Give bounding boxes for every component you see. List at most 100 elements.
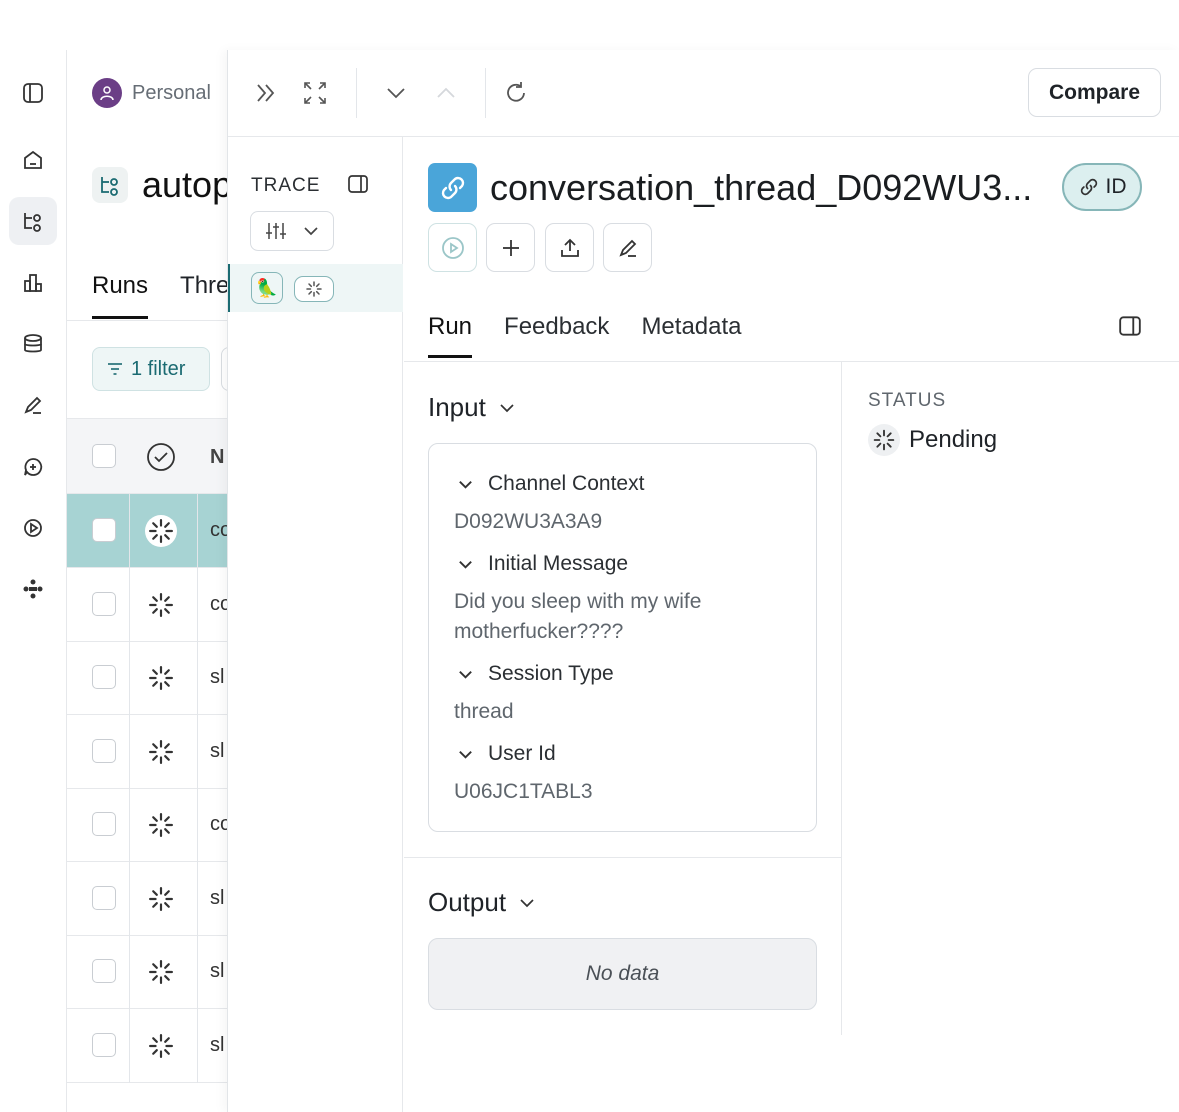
share-button[interactable]	[545, 223, 594, 272]
row-name: co	[210, 813, 227, 835]
field-value: D092WU3A3A9	[454, 510, 603, 533]
field-toggle-channel-context[interactable]: Channel Context	[457, 472, 644, 496]
run-title: conversation_thread_D092WU3...	[490, 167, 1033, 208]
column-divider	[197, 714, 198, 789]
row-name: sl	[210, 886, 225, 909]
column-divider	[197, 494, 198, 568]
field-toggle-initial-message[interactable]: Initial Message	[457, 552, 628, 576]
home-icon[interactable]	[9, 136, 57, 184]
prompts-icon[interactable]	[9, 443, 57, 491]
compare-button[interactable]: Compare	[1028, 68, 1161, 117]
run-detail-panel: Compare TRACE 🦜 conversation_thread_D092…	[227, 50, 1179, 1112]
pending-spinner-icon	[145, 809, 177, 841]
trace-filter-dropdown[interactable]	[250, 211, 334, 251]
column-divider	[129, 788, 130, 862]
details-sidebar-toggle-icon[interactable]	[1118, 314, 1142, 338]
pending-spinner-icon	[145, 1030, 177, 1062]
row-name: co	[210, 592, 227, 615]
column-divider	[129, 567, 130, 642]
column-divider	[197, 935, 198, 1009]
column-divider	[129, 861, 130, 936]
row-checkbox[interactable]	[92, 885, 116, 910]
column-divider	[197, 1008, 198, 1083]
tab-feedback[interactable]: Feedback	[504, 313, 609, 358]
column-divider	[129, 494, 130, 568]
row-name: sl	[210, 1033, 225, 1056]
row-name: co	[210, 519, 227, 541]
field-value: Did you sleep with my wife motherfucker?…	[454, 590, 702, 643]
tab-threads[interactable]: Thre	[180, 272, 227, 319]
filter-button[interactable]: 1 filter	[92, 347, 210, 391]
column-divider	[197, 788, 198, 862]
chevron-down-icon	[459, 560, 472, 569]
select-all-checkbox[interactable]	[92, 444, 116, 468]
table-row[interactable]: co	[67, 788, 227, 862]
field-label: Session Type	[488, 662, 614, 685]
table-row[interactable]: co	[67, 567, 227, 642]
output-empty-state: No data	[428, 938, 817, 1010]
status-value: Pending	[868, 424, 997, 456]
icon-rail	[0, 50, 67, 1112]
project-title: autop	[142, 164, 227, 205]
trace-label: TRACE	[251, 175, 321, 196]
column-header-name[interactable]: N	[210, 446, 224, 469]
pending-spinner-icon	[145, 736, 177, 768]
table-row[interactable]: co	[67, 494, 227, 568]
trace-node[interactable]: 🦜	[228, 264, 403, 312]
annotate-button[interactable]	[603, 223, 652, 272]
tab-metadata[interactable]: Metadata	[641, 313, 741, 358]
parrot-icon: 🦜	[251, 272, 283, 304]
collapse-panel-icon[interactable]	[248, 75, 284, 111]
table-row[interactable]: sl	[67, 1008, 227, 1083]
row-checkbox[interactable]	[92, 812, 116, 836]
field-value: thread	[454, 700, 514, 723]
output-section-toggle[interactable]: Output	[428, 887, 536, 918]
tab-runs[interactable]: Runs	[92, 272, 149, 319]
deployments-icon[interactable]	[9, 565, 57, 613]
fullscreen-icon[interactable]	[297, 75, 333, 111]
table-row[interactable]: sl	[67, 641, 227, 715]
io-pane: Input Channel Context D092WU3A3A9 Initia…	[404, 362, 842, 1035]
list-tabs: Runs Thre	[92, 272, 227, 319]
add-to-button[interactable]	[486, 223, 535, 272]
chevron-down-icon	[459, 670, 472, 679]
table-row[interactable]: sl	[67, 861, 227, 936]
copy-id-button[interactable]: ID	[1062, 163, 1142, 211]
field-toggle-user-id[interactable]: User Id	[457, 742, 556, 766]
dashboards-icon[interactable]	[9, 259, 57, 307]
previous-run-chevron-up-icon[interactable]	[428, 75, 464, 111]
breadcrumb[interactable]: Personal	[92, 78, 211, 108]
input-section-toggle[interactable]: Input	[428, 392, 516, 423]
trace-tree: TRACE 🦜	[228, 137, 403, 1112]
field-toggle-session-type[interactable]: Session Type	[457, 662, 614, 686]
filter-label: 1 filter	[131, 357, 186, 380]
table-row[interactable]: sl	[67, 714, 227, 789]
chevron-down-icon	[500, 403, 514, 412]
trace-panel-toggle-icon[interactable]	[347, 173, 369, 195]
row-checkbox[interactable]	[92, 665, 116, 689]
status-label: STATUS	[868, 390, 947, 411]
status-column-icon	[145, 441, 177, 473]
row-checkbox[interactable]	[92, 1032, 116, 1057]
table-header: N	[67, 418, 227, 494]
row-checkbox[interactable]	[92, 738, 116, 763]
sidebar-toggle-icon[interactable]	[9, 69, 57, 117]
datasets-icon[interactable]	[9, 320, 57, 368]
row-checkbox[interactable]	[92, 591, 116, 616]
refresh-icon[interactable]	[498, 75, 534, 111]
field-label: Channel Context	[488, 472, 645, 495]
playground-icon[interactable]	[9, 504, 57, 552]
toolbar-divider	[485, 68, 486, 118]
row-checkbox[interactable]	[92, 959, 116, 983]
next-run-chevron-down-icon[interactable]	[378, 75, 414, 111]
annotation-icon[interactable]	[9, 381, 57, 429]
tab-run[interactable]: Run	[428, 313, 473, 358]
tracing-projects-icon[interactable]	[9, 197, 57, 245]
row-checkbox[interactable]	[92, 518, 116, 542]
row-name: sl	[210, 960, 225, 982]
pending-spinner-icon	[868, 424, 900, 456]
pending-spinner-icon	[145, 515, 177, 547]
pending-spinner-icon	[294, 276, 334, 302]
run-in-playground-button[interactable]	[428, 223, 477, 272]
table-row[interactable]: sl	[67, 935, 227, 1009]
